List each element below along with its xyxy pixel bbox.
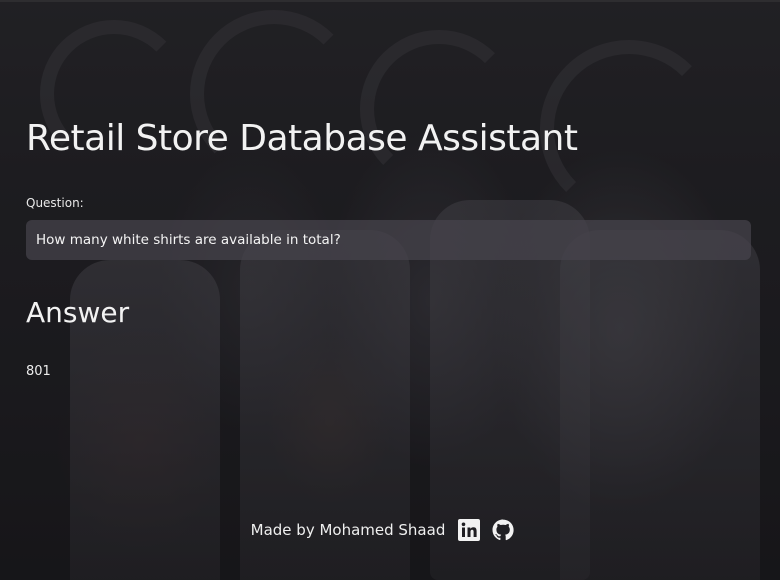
answer-value: 801 — [26, 364, 51, 379]
main-content: Retail Store Database Assistant Question… — [26, 0, 752, 580]
app-root: Retail Store Database Assistant Question… — [0, 0, 780, 580]
linkedin-icon[interactable] — [457, 518, 481, 542]
github-icon[interactable] — [491, 518, 515, 542]
footer-credit: Made by Mohamed Shaad — [250, 521, 446, 539]
page-title: Retail Store Database Assistant — [26, 118, 578, 159]
question-input[interactable]: How many white shirts are available in t… — [26, 220, 751, 260]
footer: Made by Mohamed Shaad — [0, 516, 773, 544]
question-label: Question: — [26, 196, 84, 210]
answer-heading: Answer — [26, 296, 130, 329]
